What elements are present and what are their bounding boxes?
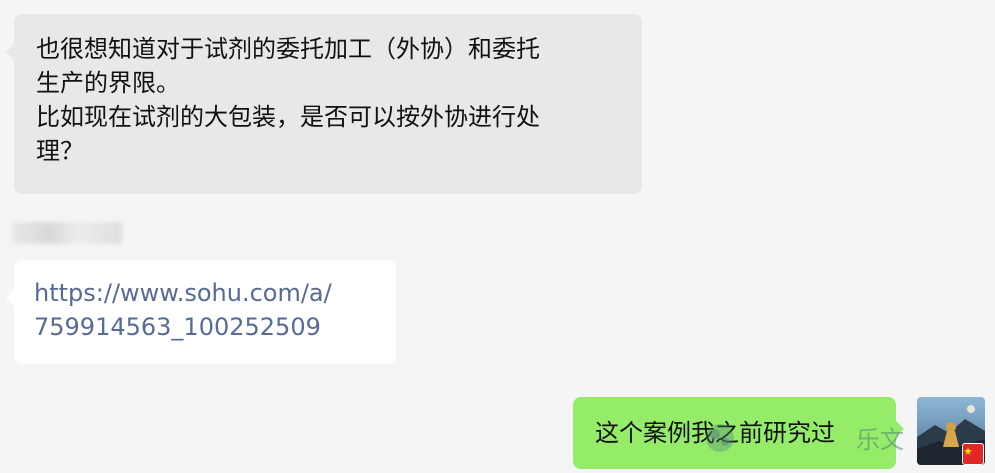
message-link-line[interactable]: https://www.sohu.com/a/ — [34, 276, 378, 310]
message-text: 这个案例我之前研究过 — [595, 419, 835, 447]
blurred-sender-name — [12, 222, 122, 244]
message-link-line[interactable]: 759914563_100252509 — [34, 310, 378, 344]
message-text-line: 理？ — [36, 137, 84, 165]
china-flag-icon — [962, 443, 984, 465]
message-text-line: 比如现在试剂的大包装，是否可以按外协进行处 — [36, 103, 540, 131]
outgoing-message-bubble[interactable]: 这个案例我之前研究过 — [573, 397, 904, 469]
message-text-line: 生产的界限。 — [36, 69, 180, 97]
link-message-bubble[interactable]: https://www.sohu.com/a/ 759914563_100252… — [6, 260, 396, 364]
message-text-line: 也很想知道对于试剂的委托加工（外协）和委托 — [36, 35, 540, 63]
incoming-message-bubble[interactable]: 也很想知道对于试剂的委托加工（外协）和委托 生产的界限。 比如现在试剂的大包装，… — [6, 14, 642, 194]
